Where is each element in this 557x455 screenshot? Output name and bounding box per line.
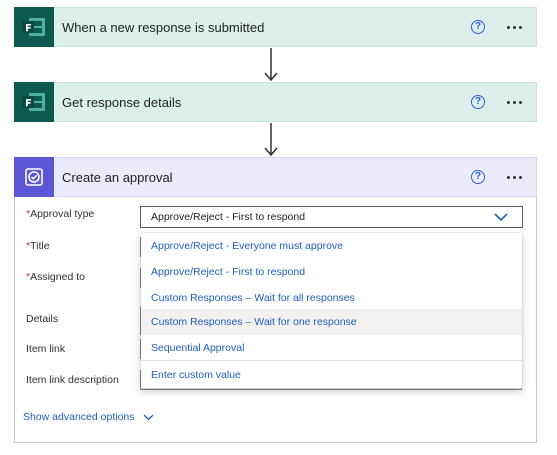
assigned-to-label: *Assigned to — [26, 271, 85, 283]
approval-type-select[interactable]: Approve/Reject - First to respond — [140, 206, 523, 228]
step-card-get-response-details[interactable]: Get response details ? — [14, 82, 537, 122]
approval-type-dropdown: Approve/Reject - Everyone must approve A… — [141, 233, 522, 388]
step-title: Get response details — [62, 94, 182, 110]
dropdown-option[interactable]: Custom Responses – Wait for all response… — [141, 285, 522, 311]
dropdown-divider — [141, 360, 522, 361]
label-text: Approval type — [30, 208, 95, 220]
title-label: *Title — [26, 240, 50, 252]
more-horizontal-icon[interactable] — [507, 25, 522, 29]
dropdown-option[interactable]: Approve/Reject - Everyone must approve — [141, 233, 522, 259]
help-circle-icon[interactable]: ? — [471, 20, 485, 34]
step-card-new-response[interactable]: When a new response is submitted ? — [14, 7, 537, 47]
approval-form: *Approval type Approve/Reject - First to… — [14, 197, 537, 443]
label-text: Assigned to — [30, 271, 85, 283]
chevron-down-icon — [143, 414, 153, 420]
step-title: When a new response is submitted — [62, 19, 265, 35]
microsoft-forms-icon — [14, 82, 54, 122]
step-title: Create an approval — [62, 169, 173, 185]
step-card-create-approval[interactable]: Create an approval ? — [14, 157, 537, 197]
details-label: Details — [26, 313, 59, 325]
label-text: Title — [30, 240, 50, 252]
item-link-label: Item link — [26, 343, 66, 355]
help-circle-icon[interactable]: ? — [471, 95, 485, 109]
chevron-down-icon[interactable] — [494, 213, 508, 221]
approval-type-label: *Approval type — [26, 208, 94, 220]
more-horizontal-icon[interactable] — [507, 100, 522, 104]
link-text: Show advanced options — [23, 411, 135, 423]
enter-custom-value-option[interactable]: Enter custom value — [141, 362, 522, 388]
microsoft-forms-icon — [14, 7, 54, 47]
more-horizontal-icon[interactable] — [507, 175, 522, 179]
selected-value: Approve/Reject - First to respond — [151, 211, 306, 223]
dropdown-option[interactable]: Custom Responses – Wait for one response — [141, 309, 522, 335]
dropdown-option[interactable]: Sequential Approval — [141, 335, 522, 361]
show-advanced-options-link[interactable]: Show advanced options — [23, 411, 154, 423]
arrow-down-icon — [264, 123, 278, 157]
approvals-icon — [14, 157, 54, 197]
dropdown-option[interactable]: Approve/Reject - First to respond — [141, 259, 522, 285]
item-link-description-label: Item link description — [26, 374, 119, 386]
help-circle-icon[interactable]: ? — [471, 170, 485, 184]
arrow-down-icon — [264, 48, 278, 82]
